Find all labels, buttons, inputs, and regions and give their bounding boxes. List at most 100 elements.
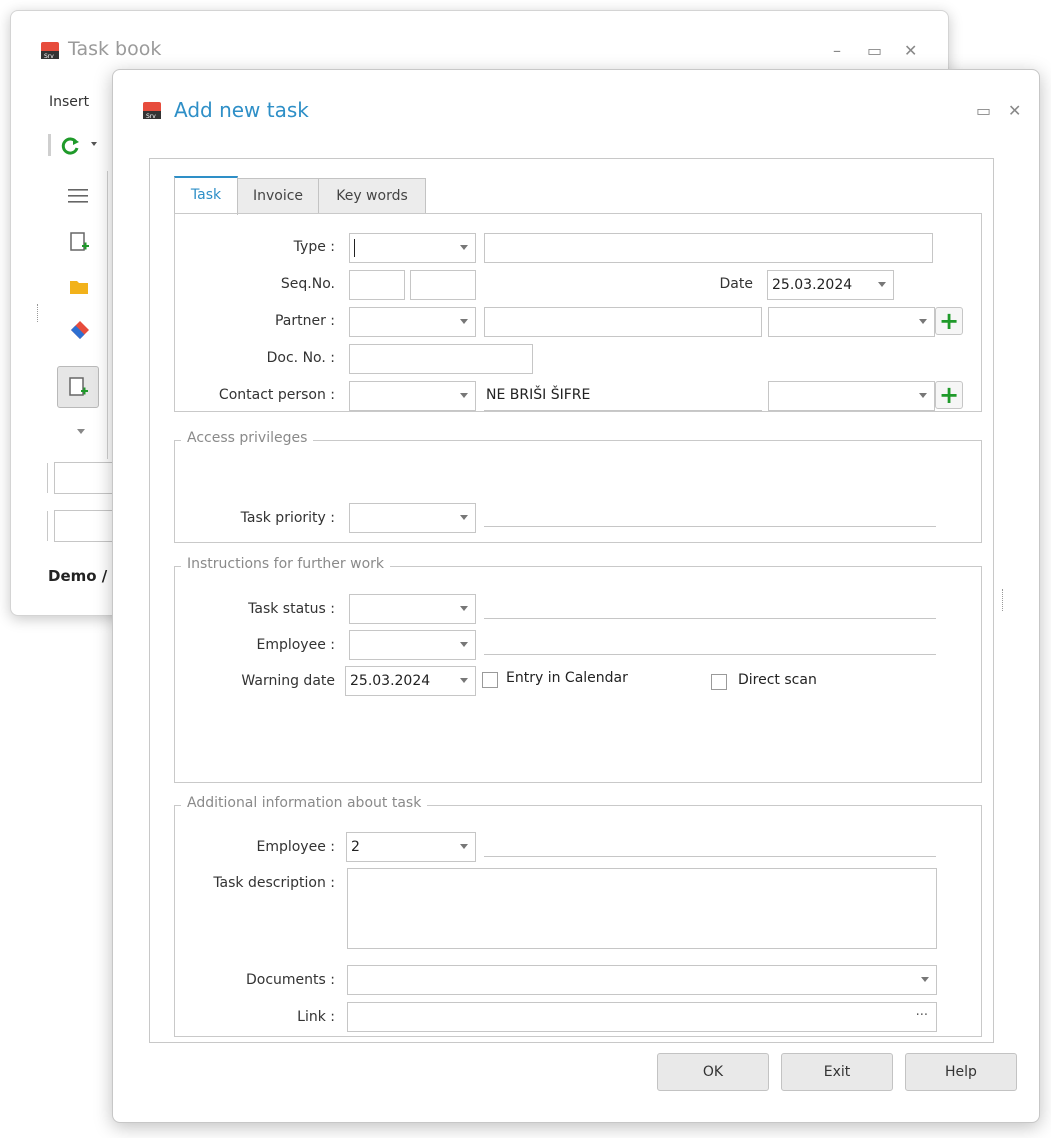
browse-ellipsis-button[interactable]: ··· (916, 1008, 928, 1023)
eraser-icon[interactable] (69, 319, 91, 341)
partner-name-field[interactable] (484, 307, 762, 337)
chevron-down-icon[interactable] (460, 319, 468, 324)
close-button[interactable]: ✕ (904, 41, 917, 60)
text-cursor (354, 239, 355, 257)
chevron-down-icon[interactable] (878, 282, 886, 287)
additional-employee-combo[interactable]: 2 (346, 832, 476, 862)
new-document-icon[interactable] (68, 231, 90, 253)
date-label: Date (719, 276, 753, 292)
docno-field[interactable] (349, 344, 533, 374)
app-logo-icon: Srv (41, 42, 59, 60)
filter-field-1[interactable] (54, 462, 114, 494)
new-document-icon (69, 377, 88, 396)
chevron-down-icon[interactable] (460, 393, 468, 398)
refresh-icon[interactable] (59, 135, 81, 157)
warning-date-label: Warning date (241, 673, 335, 689)
field-grip (47, 511, 48, 541)
help-button[interactable]: Help (905, 1053, 1017, 1091)
additional-employee-label: Employee : (256, 839, 335, 855)
new-task-button[interactable] (57, 366, 99, 408)
menu-icon[interactable] (67, 185, 89, 207)
minimize-button[interactable]: – (833, 41, 841, 60)
access-privileges-legend: Access privileges (181, 430, 314, 446)
direct-scan-label: Direct scan (738, 672, 817, 688)
seqno-field-2[interactable] (410, 270, 476, 300)
panel-divider (107, 171, 108, 459)
window-title: Task book (68, 38, 162, 60)
close-button[interactable]: ✕ (1008, 101, 1021, 120)
employee-combo[interactable] (349, 630, 476, 660)
tab-invoice[interactable]: Invoice (237, 178, 319, 214)
chevron-down-icon[interactable] (919, 319, 927, 324)
seqno-field-1[interactable] (349, 270, 405, 300)
docno-label: Doc. No. : (266, 350, 335, 366)
partner-label: Partner : (274, 313, 335, 329)
chevron-down-icon[interactable] (460, 844, 468, 849)
type-combo[interactable] (349, 233, 476, 263)
contact-description-field[interactable]: NE BRIŠI ŠIFRE (484, 381, 762, 411)
svg-text:Srv: Srv (44, 53, 54, 60)
task-priority-label: Task priority : (240, 510, 335, 526)
add-new-task-dialog: Srv Add new task ▭ ✕ Task Invoice Key wo… (112, 69, 1040, 1123)
task-status-description (484, 594, 936, 619)
task-status-label: Task status : (248, 601, 335, 617)
tab-key-words[interactable]: Key words (318, 178, 426, 214)
documents-combo[interactable] (347, 965, 937, 995)
warning-date-combo[interactable]: 25.03.2024 (345, 666, 476, 696)
partner-extra-combo[interactable] (768, 307, 935, 337)
direct-scan-checkbox[interactable] (711, 674, 727, 690)
documents-label: Documents : (246, 972, 335, 988)
task-priority-description (484, 503, 936, 527)
app-logo-icon: Srv (143, 102, 161, 120)
access-privileges-group (174, 440, 982, 543)
folder-icon[interactable] (68, 276, 90, 298)
chevron-down-icon[interactable] (91, 142, 97, 146)
chevron-down-icon[interactable] (460, 245, 468, 250)
field-grip (47, 463, 48, 493)
employee-label: Employee : (256, 637, 335, 653)
task-status-combo[interactable] (349, 594, 476, 624)
contact-person-combo[interactable] (349, 381, 476, 411)
type-description-field[interactable] (484, 233, 933, 263)
link-field[interactable]: ··· (347, 1002, 937, 1032)
maximize-button[interactable]: ▭ (976, 101, 991, 120)
task-priority-combo[interactable] (349, 503, 476, 533)
splitter-dots (1002, 589, 1003, 611)
add-partner-button[interactable]: + (935, 307, 963, 335)
task-description-textarea[interactable] (347, 868, 937, 949)
chevron-down-icon[interactable] (460, 678, 468, 683)
additional-employee-description (484, 832, 936, 857)
entry-calendar-label: Entry in Calendar (506, 670, 628, 686)
exit-button[interactable]: Exit (781, 1053, 893, 1091)
task-description-label: Task description : (213, 875, 335, 891)
link-label: Link : (297, 1009, 335, 1025)
seqno-label: Seq.No. (280, 276, 335, 292)
add-contact-button[interactable]: + (935, 381, 963, 409)
chevron-down-icon[interactable] (460, 606, 468, 611)
dialog-title: Add new task (174, 98, 309, 122)
entry-calendar-checkbox[interactable] (482, 672, 498, 688)
type-label: Type : (293, 239, 335, 255)
toolbar-grip (48, 134, 51, 156)
additional-info-legend: Additional information about task (181, 795, 428, 811)
chevron-down-icon[interactable] (460, 642, 468, 647)
warning-date-value: 25.03.2024 (350, 673, 431, 689)
menu-insert[interactable]: Insert (49, 94, 89, 110)
additional-employee-value: 2 (351, 839, 360, 855)
chevron-down-icon[interactable] (77, 429, 85, 434)
contact-extra-combo[interactable] (768, 381, 935, 411)
chevron-down-icon[interactable] (919, 393, 927, 398)
employee-description (484, 630, 936, 655)
status-text: Demo / (48, 567, 108, 585)
chevron-down-icon[interactable] (921, 977, 929, 982)
maximize-button[interactable]: ▭ (867, 41, 882, 60)
date-value: 25.03.2024 (772, 277, 853, 293)
partner-combo[interactable] (349, 307, 476, 337)
ok-button[interactable]: OK (657, 1053, 769, 1091)
date-combo[interactable]: 25.03.2024 (767, 270, 894, 300)
splitter-dots (37, 304, 39, 322)
contact-person-label: Contact person : (218, 387, 335, 403)
chevron-down-icon[interactable] (460, 515, 468, 520)
filter-field-2[interactable] (54, 510, 114, 542)
tab-task[interactable]: Task (174, 176, 238, 215)
